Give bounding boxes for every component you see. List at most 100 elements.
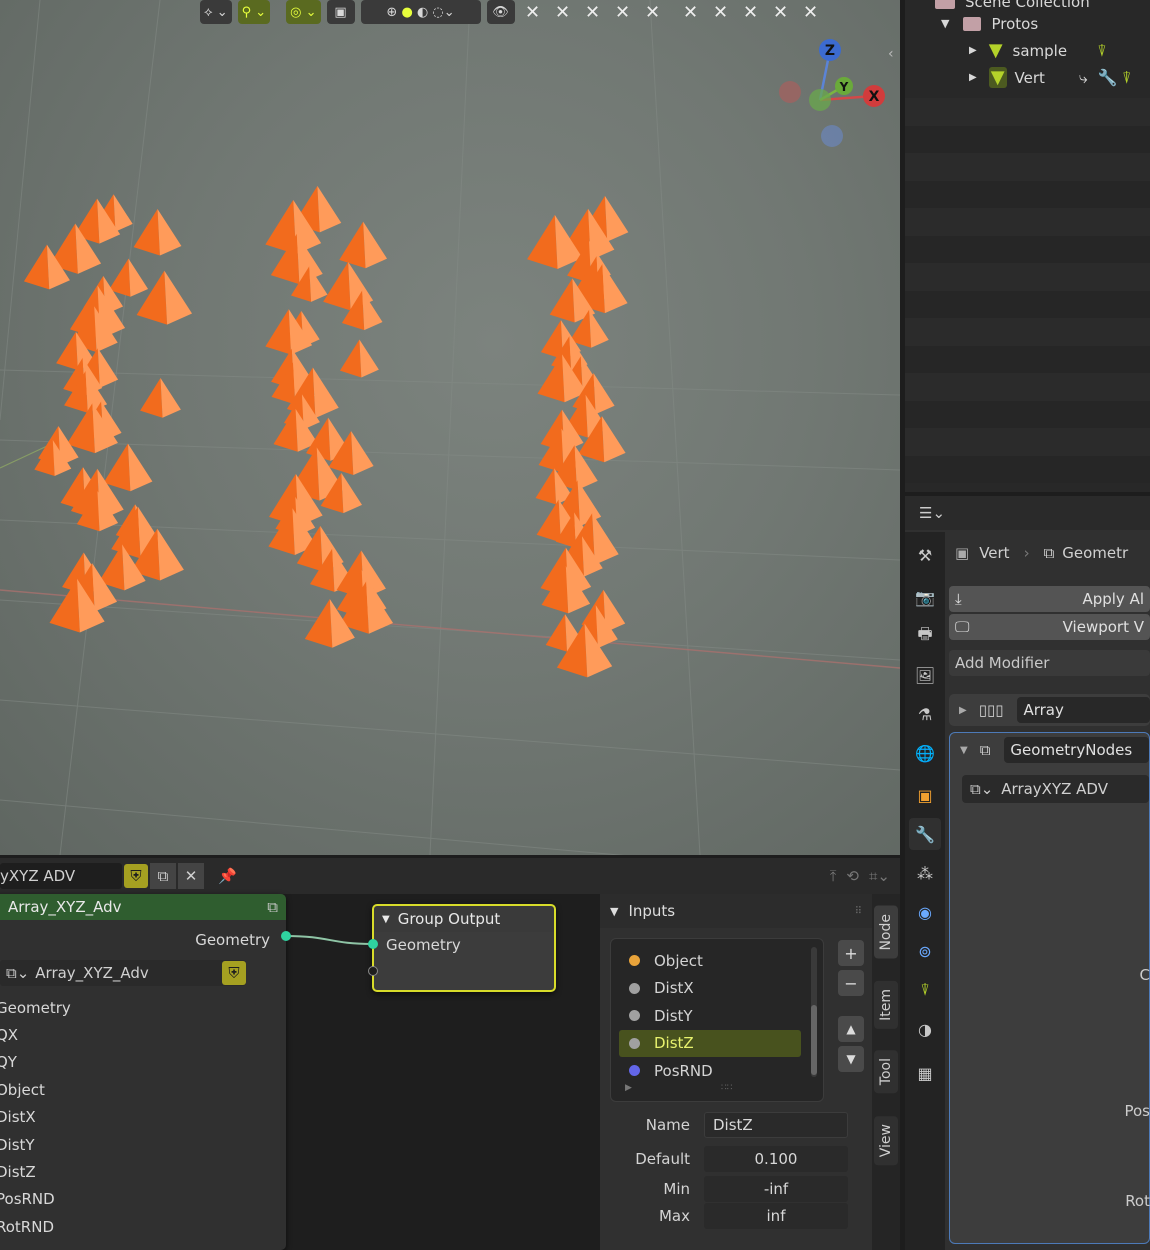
node-canvas[interactable]: Array_XYZ_Adv ⧉ Geometry ⧉⌄ Array_XYZ_Ad…	[0, 894, 600, 1250]
close-icon[interactable]: ✕	[581, 0, 605, 24]
node-tree-icon[interactable]: ⧉⌄	[0, 964, 35, 982]
wireframe-icon[interactable]: ⊕	[386, 5, 397, 20]
close-icon[interactable]: ✕	[769, 0, 793, 24]
max-field[interactable]: inf	[704, 1203, 848, 1229]
visibility-icon[interactable]: 👁	[486, 0, 515, 24]
input-socket[interactable]	[368, 939, 378, 949]
collapse-arrow-icon[interactable]: ‹	[888, 46, 894, 62]
fake-user-shield-icon[interactable]: ⛨	[124, 864, 148, 888]
collapse-down-icon[interactable]: ▼	[382, 914, 390, 925]
object-tab-icon[interactable]: ▣	[909, 779, 941, 811]
mesh-data-icon[interactable]: ⍒	[1122, 68, 1132, 88]
duplicate-icon[interactable]: ⧉	[150, 863, 176, 889]
input-list-item[interactable]: Object	[619, 947, 801, 975]
output-tab-icon[interactable]: 🖶	[909, 620, 941, 652]
close-icon[interactable]: ✕	[611, 0, 635, 24]
snap-grid-icon[interactable]: ⌗⌄	[869, 867, 890, 885]
node-group-selector[interactable]: ⧉⌄ ArrayXYZ ADV	[962, 775, 1149, 803]
tab-tool[interactable]: Tool	[874, 1050, 898, 1094]
disclosure-down-icon[interactable]: ▼	[941, 17, 949, 30]
collapse-down-icon[interactable]: ▼	[610, 905, 618, 918]
wrench-icon[interactable]: 🔧	[1098, 68, 1118, 87]
move-down-button[interactable]: ▼	[838, 1046, 864, 1072]
tool-tab-icon[interactable]: ⚒	[909, 539, 941, 571]
parent-node-icon[interactable]: ⤒	[830, 867, 837, 885]
node-tree-icon[interactable]: ⧉⌄	[962, 780, 1001, 798]
snap-icon[interactable]: ⟲	[846, 867, 859, 885]
pivot-dropdown[interactable]: ⟡ ⌄	[200, 0, 232, 24]
material-icon[interactable]: ◐	[417, 5, 428, 20]
solid-icon[interactable]: ●	[401, 5, 412, 20]
input-list-item[interactable]: DistX	[619, 975, 801, 1003]
modifier-panel-array[interactable]: ▶ ▯▯▯ Array	[949, 694, 1150, 726]
render-tab-icon[interactable]: 📷	[909, 581, 941, 613]
add-input-button[interactable]: +	[838, 940, 864, 966]
node-header[interactable]: Array_XYZ_Adv ⧉	[0, 894, 286, 920]
collapse-right-icon[interactable]: ▶	[959, 705, 967, 716]
close-icon[interactable]: ✕	[551, 0, 575, 24]
close-icon[interactable]: ✕	[799, 0, 823, 24]
tab-view[interactable]: View	[874, 1115, 898, 1165]
min-field[interactable]: -inf	[704, 1176, 848, 1202]
input-list-item[interactable]: PosRND	[619, 1057, 801, 1085]
world-tab-icon[interactable]: 🌐	[909, 737, 941, 769]
subgroup-selector[interactable]: ⧉⌄ Array_XYZ_Adv ⛨	[0, 960, 246, 986]
texture-tab-icon[interactable]: ▦	[909, 1057, 941, 1089]
disclosure-right-icon[interactable]: ▶	[969, 45, 977, 56]
group-node-array-xyz-adv[interactable]: Array_XYZ_Adv ⧉ Geometry ⧉⌄ Array_XYZ_Ad…	[0, 894, 291, 1250]
close-icon[interactable]: ✕	[178, 863, 204, 889]
node-tree-name-field[interactable]: yXYZ ADV	[0, 863, 122, 889]
modifier-name-field[interactable]: Array	[1017, 697, 1150, 723]
snap-toggle[interactable]: ⚲ ⌄	[237, 0, 271, 24]
collapse-down-icon[interactable]: ▼	[960, 745, 968, 756]
disclosure-right-icon[interactable]: ▶	[969, 72, 977, 83]
fake-user-shield-icon[interactable]: ⛨	[222, 961, 246, 985]
group-output-node[interactable]: ▼ Group Output Geometry	[368, 904, 556, 992]
input-list-item[interactable]: DistY	[619, 1002, 801, 1030]
close-icon[interactable]: ✕	[679, 0, 703, 24]
remove-input-button[interactable]: −	[838, 970, 864, 996]
tab-node[interactable]: Node	[874, 906, 898, 959]
scrollbar-thumb[interactable]	[811, 1005, 817, 1075]
outliner-item-protos[interactable]: ▼ Protos	[905, 10, 1150, 37]
modifier-name-field[interactable]: GeometryNodes	[1004, 737, 1149, 763]
tab-item[interactable]: Item	[874, 980, 898, 1029]
particles-tab-icon[interactable]: ⁂	[909, 857, 941, 889]
close-icon[interactable]: ✕	[641, 0, 665, 24]
inputs-list[interactable]: Object DistX DistY DistZ PosRND ▶ ∷∷	[610, 938, 824, 1102]
input-list-item[interactable]: DistZ	[619, 1029, 801, 1057]
node-header[interactable]: ▼ Group Output	[374, 906, 554, 932]
outliner-item-vert[interactable]: ▶ ▼ Vert ⤷ 🔧 ⍒	[905, 64, 1150, 91]
output-socket[interactable]	[281, 931, 291, 941]
shading-modes[interactable]: ⊕ ● ◐ ◌ ⌄	[360, 0, 481, 24]
add-modifier-button[interactable]: Add Modifier	[949, 650, 1150, 676]
rendered-icon[interactable]: ◌	[432, 5, 443, 20]
physics-tab-icon[interactable]: ◉	[909, 896, 941, 928]
resize-handle-icon[interactable]: ∷∷	[721, 1083, 732, 1093]
close-icon[interactable]: ✕	[739, 0, 763, 24]
overlay-toggle[interactable]: ◎ ⌄	[286, 0, 321, 24]
close-icon[interactable]: ✕	[709, 0, 733, 24]
default-field[interactable]: 0.100	[704, 1146, 848, 1172]
constraints-tab-icon[interactable]: ⊚	[909, 935, 941, 967]
geometry-nodes-header[interactable]: ▼ ⧉ GeometryNodes	[950, 733, 1149, 767]
viewport-button[interactable]: 🖵 Viewport V	[949, 614, 1150, 640]
3d-viewport[interactable]: ⟡ ⌄ ⚲ ⌄ ◎ ⌄ ▣ ⊕ ● ◐ ◌ ⌄ 👁 ✕ ✕ ✕ ✕ ✕ ✕ ✕ …	[0, 0, 900, 855]
close-icon[interactable]: ✕	[521, 0, 545, 24]
apply-all-button[interactable]: ⤓ Apply Al	[949, 586, 1150, 612]
outliner-item-sample[interactable]: ▶ ▼ sample ⍒	[905, 37, 1150, 64]
empty-input-socket[interactable]	[368, 966, 378, 976]
modifier-tab-icon[interactable]: 🔧	[909, 818, 941, 850]
expand-right-icon[interactable]: ▶	[625, 1083, 632, 1093]
editor-type-icon[interactable]: ☰⌄	[919, 504, 945, 522]
material-tab-icon[interactable]: ◑	[909, 1013, 941, 1045]
list-scrollbar[interactable]	[811, 947, 817, 1077]
curve-icon[interactable]: ⤷	[1079, 68, 1088, 88]
move-up-button[interactable]: ▲	[838, 1016, 864, 1042]
xray-toggle[interactable]: ▣	[326, 0, 355, 24]
navigation-gizmo[interactable]: Z X Y	[770, 36, 890, 156]
view-layer-tab-icon[interactable]: 🖼	[909, 659, 941, 691]
mesh-data-icon[interactable]: ⍒	[1097, 41, 1107, 61]
scene-tab-icon[interactable]: ⚗	[909, 698, 941, 730]
name-field[interactable]: DistZ	[704, 1112, 848, 1138]
